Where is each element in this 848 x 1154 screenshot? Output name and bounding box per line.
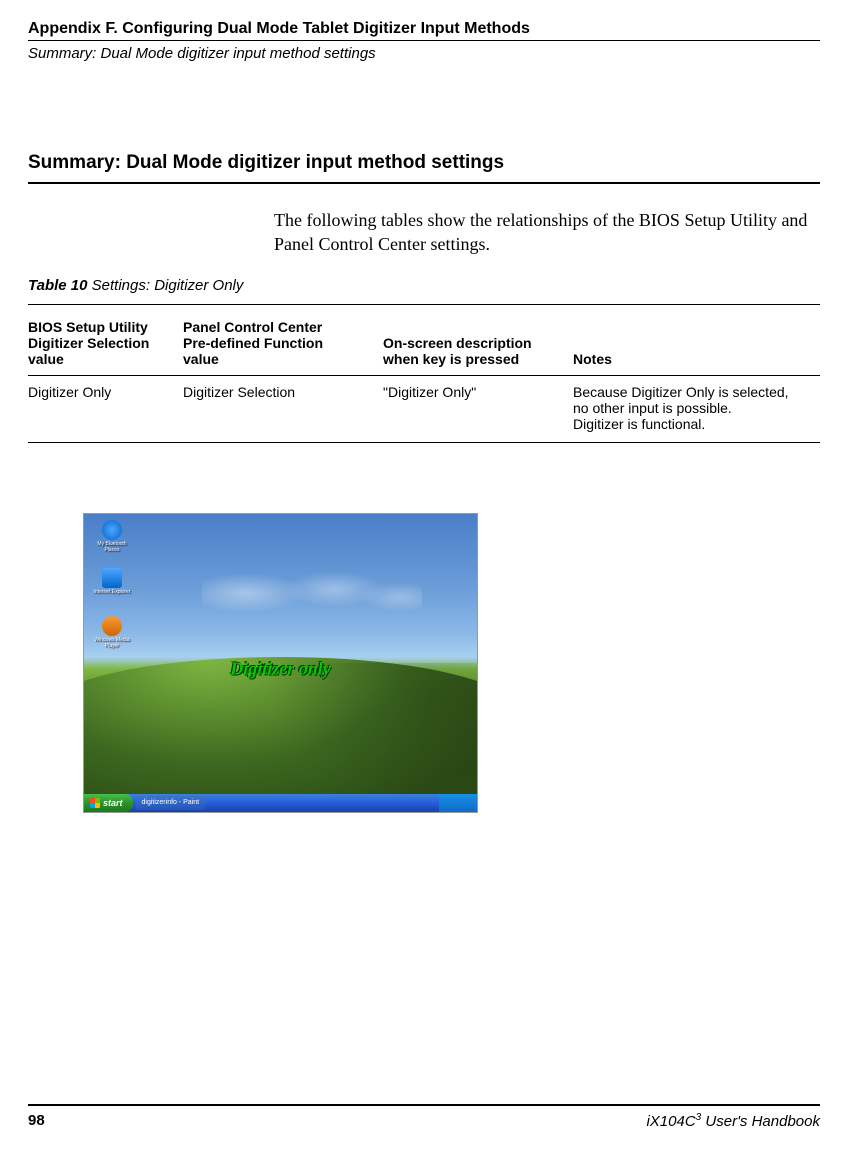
table-header-row: BIOS Setup Utility Digitizer Selection v… <box>28 315 820 376</box>
windows-desktop-screenshot: My Bluetooth Places Internet Explorer Wi… <box>83 513 478 813</box>
cell-onscreen: "Digitizer Only" <box>383 375 573 442</box>
cell-bios: Digitizer Only <box>28 375 183 442</box>
taskbar-item[interactable]: digitizerinfo - Paint <box>136 796 206 810</box>
header-onscreen: On-screen description when key is presse… <box>383 315 573 376</box>
section-heading: Summary: Dual Mode digitizer input metho… <box>28 152 820 184</box>
start-button[interactable]: start <box>84 794 133 812</box>
table-label: Table 10 <box>28 277 87 294</box>
hill-shadow <box>241 663 477 813</box>
taskbar[interactable]: start digitizerinfo - Paint <box>84 794 477 812</box>
windows-flag-icon <box>90 798 100 808</box>
page-footer: 98 iX104C3 User's Handbook <box>28 1104 820 1130</box>
header-panel: Panel Control Center Pre-defined Functio… <box>183 315 383 376</box>
table-row: Digitizer Only Digitizer Selection "Digi… <box>28 375 820 442</box>
settings-table: BIOS Setup Utility Digitizer Selection v… <box>28 315 820 443</box>
bluetooth-places-icon[interactable]: My Bluetooth Places <box>90 520 134 564</box>
page-subtitle: Summary: Dual Mode digitizer input metho… <box>28 45 820 62</box>
windows-media-player-icon <box>102 616 122 636</box>
windows-media-player-shortcut[interactable]: Windows Media Player <box>90 616 134 660</box>
bluetooth-icon <box>102 520 122 540</box>
internet-explorer-icon <box>102 568 122 588</box>
header-notes: Notes <box>573 315 820 376</box>
cell-notes: Because Digitizer Only is selected, no o… <box>573 375 820 442</box>
digitizer-overlay-text: Digitizer only <box>230 658 331 679</box>
intro-paragraph: The following tables show the relationsh… <box>274 208 820 257</box>
internet-explorer-shortcut[interactable]: Internet Explorer <box>90 568 134 612</box>
header-bios: BIOS Setup Utility Digitizer Selection v… <box>28 315 183 376</box>
cell-panel: Digitizer Selection <box>183 375 383 442</box>
sky-clouds <box>202 573 422 613</box>
handbook-label: iX104C3 User's Handbook <box>646 1112 820 1130</box>
page-number: 98 <box>28 1112 45 1130</box>
desktop-icons: My Bluetooth Places Internet Explorer Wi… <box>90 520 140 664</box>
appendix-title: Appendix F. Configuring Dual Mode Tablet… <box>28 20 820 38</box>
page-header: Appendix F. Configuring Dual Mode Tablet… <box>28 20 820 41</box>
system-tray[interactable] <box>439 794 477 812</box>
table-caption: Table 10 Settings: Digitizer Only <box>28 277 820 305</box>
